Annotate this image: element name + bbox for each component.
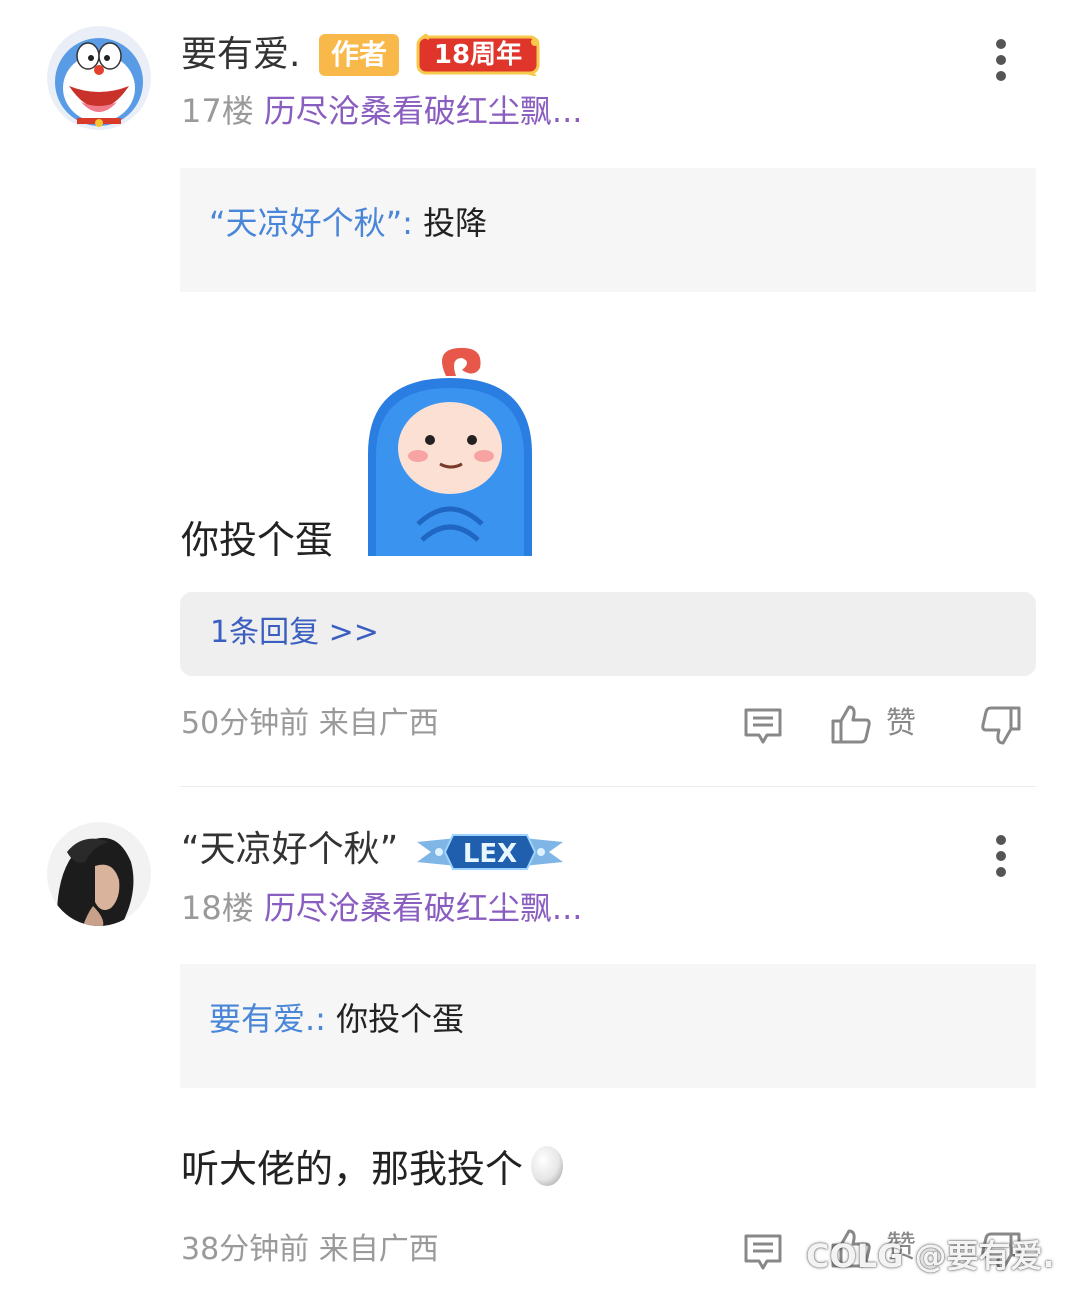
- blue-bean-sticker[interactable]: [362, 344, 538, 556]
- username[interactable]: 要有爱.: [181, 33, 300, 77]
- dislike-button[interactable]: [980, 704, 1022, 748]
- watermark: COLG @要有爱.: [806, 1237, 1055, 1275]
- post-divider: [180, 786, 1036, 787]
- thread-title-link[interactable]: 历尽沧桑看破红尘飘...: [264, 889, 583, 927]
- comment-icon: [744, 1234, 782, 1270]
- more-vertical-icon[interactable]: [990, 38, 1012, 82]
- floor-number: 18楼: [181, 889, 254, 927]
- thumbs-down-icon: [981, 706, 1021, 745]
- post-body: 你投个蛋: [181, 518, 334, 562]
- floor-line: 18楼 历尽沧桑看破红尘飘...: [181, 888, 582, 928]
- egg-emoji-icon: [531, 1146, 564, 1186]
- quote-author[interactable]: “天凉好个秋”:: [209, 204, 413, 242]
- avatar[interactable]: [47, 26, 151, 130]
- quote-box: 要有爱.: 你投个蛋: [180, 964, 1036, 1088]
- author-badge: 作者: [319, 34, 400, 76]
- post-body-text: 听大佬的，那我投个: [181, 1147, 524, 1191]
- quote-box: “天凉好个秋”: 投降: [180, 168, 1036, 292]
- thumbs-up-icon: [831, 705, 871, 744]
- quote-body: 你投个蛋: [336, 1000, 465, 1038]
- quote-author[interactable]: 要有爱.:: [209, 1000, 326, 1038]
- like-label: 赞: [886, 706, 916, 741]
- comment-button[interactable]: [742, 704, 784, 748]
- quote-text: 要有爱.: 你投个蛋: [209, 999, 464, 1039]
- thread-title-link[interactable]: 历尽沧桑看破红尘飘...: [264, 92, 583, 130]
- replies-box[interactable]: 1条回复 >>: [180, 592, 1036, 676]
- level-badge-label: LEX: [463, 839, 517, 869]
- username[interactable]: “天凉好个秋”: [181, 828, 398, 872]
- quote-body: 投降: [423, 204, 488, 242]
- floor-line: 17楼 历尽沧桑看破红尘飘...: [181, 91, 582, 131]
- anniversary-badge-label: 18周年: [433, 40, 523, 70]
- like-button[interactable]: 赞: [830, 702, 916, 746]
- post-meta: 50分钟前 来自广西: [181, 706, 439, 741]
- floor-number: 17楼: [181, 92, 254, 130]
- replies-link[interactable]: 1条回复 >>: [210, 613, 379, 653]
- post-meta: 38分钟前 来自广西: [181, 1232, 439, 1267]
- comment-icon: [744, 708, 782, 744]
- avatar[interactable]: [47, 822, 151, 926]
- post-17: 要有爱. 作者 18周年 17楼 历尽沧桑看破红尘飘... “天凉好个秋”: 投…: [0, 0, 1080, 787]
- more-vertical-icon[interactable]: [990, 834, 1012, 878]
- post-body: 听大佬的，那我投个: [181, 1142, 565, 1192]
- level-badge: LEX: [417, 832, 563, 872]
- anniversary-badge: 18周年: [415, 32, 541, 78]
- comment-button[interactable]: [742, 1230, 784, 1274]
- quote-text: “天凉好个秋”: 投降: [209, 203, 487, 243]
